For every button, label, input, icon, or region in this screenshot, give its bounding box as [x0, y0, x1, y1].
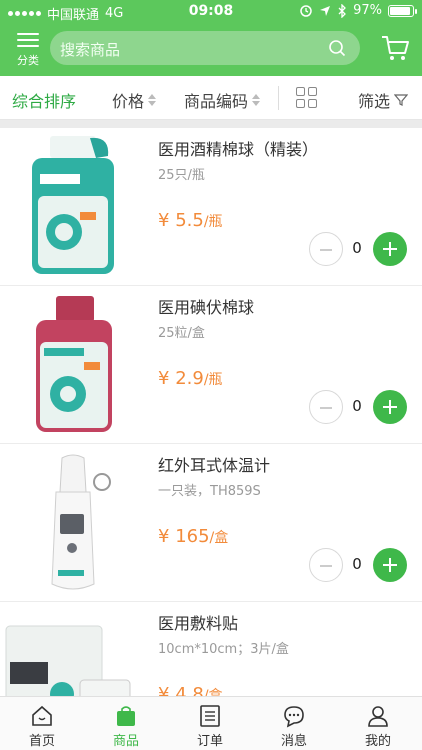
sort-bar: 综合排序 价格 商品编码 筛选: [0, 76, 422, 120]
product-name: 医用酒精棉球（精装）: [158, 140, 319, 159]
price-value: 2.9: [175, 368, 204, 389]
product-image: [36, 296, 112, 432]
product-spec: 一只装，TH859S: [158, 484, 261, 499]
sort-price[interactable]: 价格: [112, 88, 157, 112]
quantity-value: 0: [352, 555, 362, 573]
bluetooth-icon: [338, 3, 347, 18]
decrease-button[interactable]: [309, 390, 343, 424]
sort-comprehensive-label: 综合排序: [12, 92, 77, 111]
product-name: 医用敷料贴: [158, 614, 239, 633]
price-value: 4.8: [175, 684, 204, 696]
sort-arrows-icon: [252, 93, 261, 107]
product-price: ¥ 165/盒: [158, 526, 228, 547]
tab-bar: 首页 商品 订单 消息 我的: [0, 696, 422, 750]
decrease-button[interactable]: [309, 232, 343, 266]
increase-button[interactable]: [373, 548, 407, 582]
filter-icon: [394, 94, 409, 106]
app-header: 中国联通 4G 09:08 97% 分类 搜索商品: [0, 0, 422, 76]
quantity-stepper: 0: [309, 232, 409, 266]
price-unit: /瓶: [203, 214, 223, 230]
menu-icon: [17, 32, 39, 48]
location-icon: [320, 5, 331, 16]
currency-symbol: ¥: [158, 526, 170, 547]
sort-product-code-label: 商品编码: [184, 92, 249, 111]
product-list: 医用酒精棉球（精装） 25只/瓶 ¥ 5.5/瓶 0 医用碘伏棉球 25粒/盒 …: [0, 128, 422, 696]
battery-icon: [388, 4, 417, 17]
search-input[interactable]: 搜索商品: [50, 31, 360, 65]
quantity-value: 0: [352, 397, 362, 415]
product-name: 医用碘伏棉球: [158, 298, 255, 317]
product-image: [51, 454, 111, 590]
filter-label: 筛选: [358, 92, 391, 111]
product-spec: 25粒/盒: [158, 326, 205, 341]
list-item[interactable]: 红外耳式体温计 一只装，TH859S ¥ 165/盒 0: [0, 444, 422, 602]
tab-goods-label: 商品: [112, 734, 139, 749]
product-price: ¥ 4.8/盒: [158, 684, 223, 696]
tab-home[interactable]: 首页: [0, 697, 84, 750]
list-item[interactable]: 医用酒精棉球（精装） 25只/瓶 ¥ 5.5/瓶 0: [0, 128, 422, 286]
user-icon: [368, 706, 388, 727]
search-placeholder: 搜索商品: [60, 41, 121, 59]
quantity-value: 0: [352, 239, 362, 257]
home-icon: [32, 705, 52, 726]
shopping-bag-icon: [117, 706, 135, 726]
quantity-stepper: 0: [309, 548, 409, 582]
list-item[interactable]: 医用碘伏棉球 25粒/盒 ¥ 2.9/瓶 0: [0, 286, 422, 444]
quantity-stepper: 0: [309, 390, 409, 424]
category-button[interactable]: 分类: [8, 30, 48, 70]
section-gap: [0, 120, 422, 128]
product-price: ¥ 2.9/瓶: [158, 368, 223, 389]
tab-goods[interactable]: 商品: [84, 697, 168, 750]
increase-button[interactable]: [373, 232, 407, 266]
currency-symbol: ¥: [158, 684, 170, 696]
price-value: 5.5: [175, 210, 204, 231]
currency-symbol: ¥: [158, 210, 170, 231]
sort-comprehensive[interactable]: 综合排序: [12, 88, 76, 112]
cart-icon[interactable]: [380, 33, 410, 63]
grid-view-icon[interactable]: [296, 87, 318, 109]
tab-mine-label: 我的: [364, 734, 391, 749]
sort-product-code[interactable]: 商品编码: [184, 88, 261, 112]
product-image: [32, 136, 114, 274]
orders-icon: [200, 705, 220, 727]
battery-percent: 97%: [353, 3, 382, 18]
search-icon: [329, 40, 346, 57]
product-image: [5, 625, 131, 696]
tab-orders[interactable]: 订单: [168, 697, 252, 750]
currency-symbol: ¥: [158, 368, 170, 389]
product-spec: 10cm*10cm；3片/盒: [158, 642, 289, 657]
sort-arrows-icon: [148, 93, 157, 107]
tab-home-label: 首页: [28, 734, 55, 749]
tab-mine[interactable]: 我的: [336, 697, 420, 750]
price-value: 165: [175, 526, 210, 547]
price-unit: /盒: [209, 530, 229, 546]
tab-orders-label: 订单: [196, 734, 223, 749]
price-unit: /瓶: [203, 372, 223, 388]
product-name: 红外耳式体温计: [158, 456, 271, 475]
product-spec: 25只/瓶: [158, 168, 205, 183]
tab-messages-label: 消息: [280, 734, 307, 749]
price-unit: /盒: [203, 688, 223, 696]
product-price: ¥ 5.5/瓶: [158, 210, 223, 231]
tab-messages[interactable]: 消息: [252, 697, 336, 750]
divider: [278, 86, 279, 110]
alarm-icon: [300, 4, 312, 17]
decrease-button[interactable]: [309, 548, 343, 582]
increase-button[interactable]: [373, 390, 407, 424]
list-item[interactable]: 医用敷料贴 10cm*10cm；3片/盒 ¥ 4.8/盒: [0, 602, 422, 696]
category-label: 分类: [17, 54, 39, 67]
filter-button[interactable]: 筛选: [358, 88, 409, 112]
sort-price-label: 价格: [112, 92, 145, 111]
status-bar: 中国联通 4G 09:08 97%: [0, 0, 422, 24]
chat-bubble-icon: [284, 706, 304, 728]
